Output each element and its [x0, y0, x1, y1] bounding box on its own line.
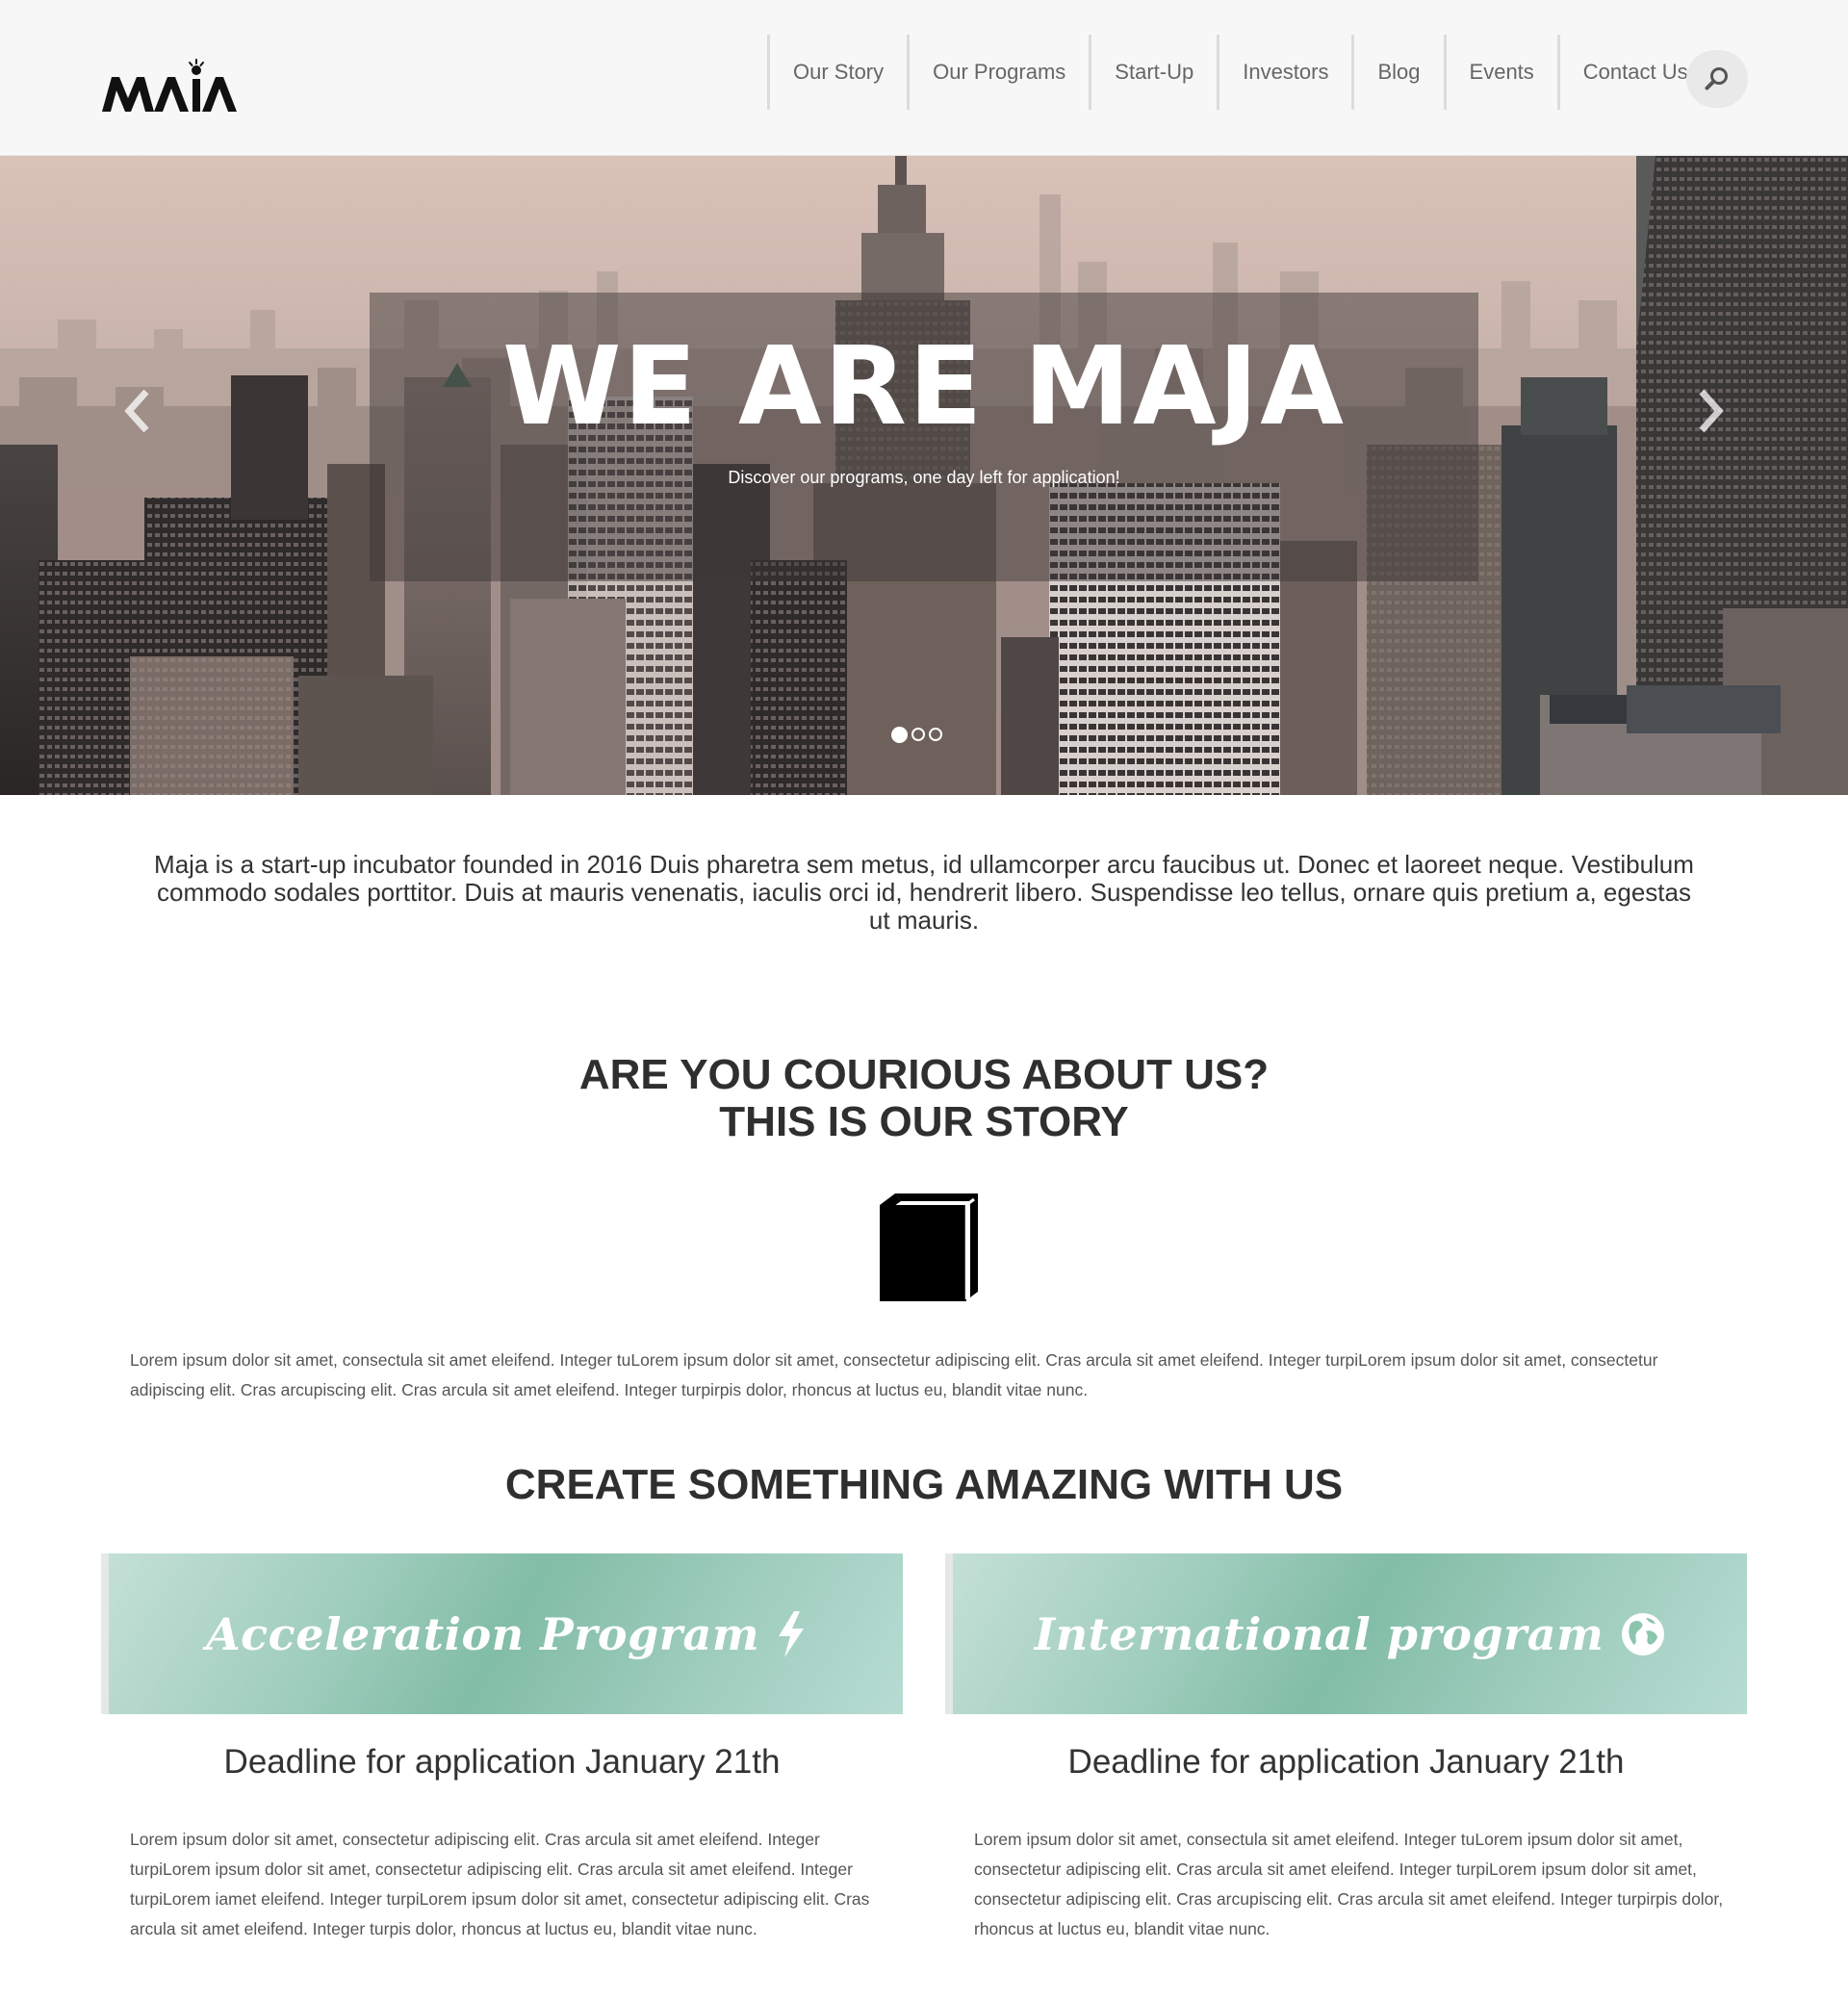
chevron-right-icon — [1699, 389, 1724, 433]
nav-item-events[interactable]: Events — [1443, 35, 1557, 110]
program-deadline: Deadline for application January 21th — [223, 1743, 781, 1781]
nav-item-our-programs[interactable]: Our Programs — [907, 35, 1089, 110]
program-title: International program — [1035, 1608, 1666, 1660]
logo-mark — [102, 59, 237, 112]
international-program-banner[interactable]: International program — [945, 1553, 1747, 1714]
chevron-left-icon — [124, 389, 149, 433]
slider-dot-1[interactable] — [891, 727, 908, 743]
intro-text: Maja is a start-up incubator founded in … — [154, 850, 1694, 935]
program-title: Acceleration Program — [206, 1608, 806, 1660]
acceleration-program-banner[interactable]: Acceleration Program — [101, 1553, 903, 1714]
search-button[interactable] — [1686, 50, 1748, 108]
program-title-text: Acceleration Program — [205, 1607, 759, 1660]
maja-logo[interactable] — [100, 58, 249, 117]
globe-icon — [1621, 1612, 1665, 1656]
lightning-bolt-icon — [777, 1610, 806, 1657]
story-heading-line-2: THIS IS OUR STORY — [719, 1098, 1129, 1145]
nav-item-blog[interactable]: Blog — [1351, 35, 1443, 110]
program-deadline: Deadline for application January 21th — [1067, 1743, 1625, 1781]
hero-slider: WE ARE MAJA Discover our programs, one d… — [0, 156, 1848, 795]
slider-dots — [891, 727, 942, 743]
nav-item-our-story[interactable]: Our Story — [767, 35, 907, 110]
slider-next-button[interactable] — [1682, 368, 1740, 454]
story-heading-line-1: ARE YOU COURIOUS ABOUT US? — [578, 1051, 1270, 1098]
book-icon — [878, 1192, 982, 1308]
slider-dot-2[interactable] — [911, 728, 925, 741]
program-title-text: International program — [1034, 1607, 1604, 1660]
nav-item-investors[interactable]: Investors — [1217, 35, 1351, 110]
hero-title: WE ARE MAJA — [502, 324, 1346, 449]
nav-item-start-up[interactable]: Start-Up — [1089, 35, 1217, 110]
slider-prev-button[interactable] — [108, 368, 166, 454]
story-text: Lorem ipsum dolor sit amet, consectula s… — [130, 1350, 1658, 1399]
program-description: Lorem ipsum dolor sit amet, consectula s… — [974, 1830, 1724, 1938]
main-nav: Our Story Our Programs Start-Up Investor… — [767, 35, 1727, 110]
search-icon — [1705, 67, 1728, 90]
story-heading: ARE YOU COURIOUS ABOUT US? THIS IS OUR S… — [0, 1051, 1848, 1145]
hero-subtitle: Discover our programs, one day left for … — [728, 468, 1120, 487]
create-heading: CREATE SOMETHING AMAZING WITH US — [504, 1461, 1344, 1508]
program-description: Lorem ipsum dolor sit amet, consectetur … — [130, 1830, 870, 1938]
site-header: Our Story Our Programs Start-Up Investor… — [0, 0, 1848, 156]
slider-dot-3[interactable] — [929, 728, 942, 741]
